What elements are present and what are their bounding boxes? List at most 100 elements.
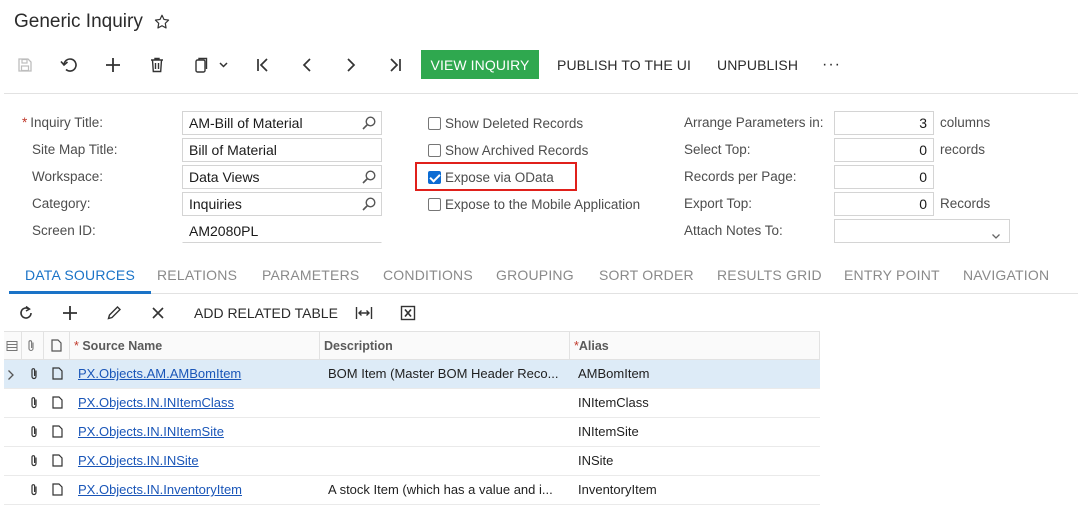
edit-pencil-icon[interactable] <box>102 302 126 324</box>
tab-navigation[interactable]: NAVIGATION <box>963 260 1049 294</box>
add-icon[interactable] <box>100 53 126 77</box>
site-map-title-field[interactable]: Bill of Material <box>182 138 382 162</box>
checkbox-icon[interactable] <box>428 197 441 211</box>
search-icon[interactable] <box>361 115 377 131</box>
source-name-cell[interactable]: PX.Objects.IN.InventoryItem <box>78 476 318 504</box>
checkbox-icon[interactable] <box>428 143 441 157</box>
note-icon[interactable] <box>52 483 66 497</box>
attachment-icon[interactable] <box>29 425 43 439</box>
source-name-link[interactable]: PX.Objects.IN.INSite <box>78 453 199 468</box>
description-header[interactable]: Description <box>320 332 570 360</box>
source-name-cell[interactable]: PX.Objects.IN.INSite <box>78 447 318 475</box>
chevron-down-icon[interactable] <box>991 225 1001 239</box>
alias-cell[interactable]: INSite <box>578 447 816 475</box>
source-name-header[interactable]: * Source Name <box>70 332 320 360</box>
select-top-field[interactable]: 0 <box>834 138 934 162</box>
delete-icon[interactable] <box>144 53 170 77</box>
first-record-icon[interactable] <box>250 53 276 77</box>
publish-to-ui-button[interactable]: PUBLISH TO THE UI <box>557 50 691 79</box>
records-unit: records <box>940 142 986 157</box>
show-archived-records-checkbox[interactable]: Show Archived Records <box>428 139 588 161</box>
tab-relations[interactable]: RELATIONS <box>157 260 237 294</box>
search-icon[interactable] <box>361 196 377 212</box>
source-name-link[interactable]: PX.Objects.AM.AMBomItem <box>78 366 241 381</box>
tab-data-sources[interactable]: DATA SOURCES <box>9 260 152 294</box>
last-record-icon[interactable] <box>382 53 408 77</box>
copy-paste-icon[interactable] <box>188 53 234 77</box>
arrange-parameters-field[interactable]: 3 <box>834 111 934 135</box>
table-row[interactable]: PX.Objects.AM.AMBomItem BOM Item (Master … <box>4 360 820 389</box>
inquiry-title-value: AM-Bill of Material <box>189 115 303 131</box>
description-cell[interactable] <box>328 447 566 475</box>
source-name-header-text: Source Name <box>82 339 163 353</box>
checkbox-icon[interactable] <box>428 116 441 130</box>
tab-conditions[interactable]: CONDITIONS <box>383 260 473 294</box>
grid-toolbar: ADD RELATED TABLE <box>0 298 1078 328</box>
tab-grouping[interactable]: GROUPING <box>496 260 574 294</box>
next-record-icon[interactable] <box>338 53 364 77</box>
more-options-button[interactable]: ··· <box>822 50 841 79</box>
previous-record-icon[interactable] <box>294 53 320 77</box>
table-row[interactable]: PX.Objects.IN.INItemSite INItemSite <box>4 418 820 447</box>
workspace-field[interactable]: Data Views <box>182 165 382 189</box>
note-header-icon[interactable] <box>44 332 70 360</box>
alias-cell[interactable]: INItemClass <box>578 389 816 417</box>
show-deleted-records-checkbox[interactable]: Show Deleted Records <box>428 112 583 134</box>
source-name-cell[interactable]: PX.Objects.IN.INItemClass <box>78 389 318 417</box>
description-cell[interactable]: A stock Item (which has a value and i... <box>328 476 566 504</box>
tab-sort-order[interactable]: SORT ORDER <box>599 260 694 294</box>
attachment-header-icon[interactable] <box>22 332 44 360</box>
source-name-link[interactable]: PX.Objects.IN.INItemClass <box>78 395 234 410</box>
note-icon[interactable] <box>52 454 66 468</box>
tab-parameters[interactable]: PARAMETERS <box>262 260 359 294</box>
attachment-icon[interactable] <box>29 454 43 468</box>
favorite-star-icon[interactable] <box>153 13 171 31</box>
note-icon[interactable] <box>52 425 66 439</box>
refresh-icon[interactable] <box>14 302 38 324</box>
export-top-field[interactable]: 0 <box>834 192 934 216</box>
site-map-title-label: Site Map Title: <box>32 142 118 157</box>
attachment-icon[interactable] <box>29 367 43 381</box>
row-selector-header-icon[interactable] <box>4 332 22 360</box>
delete-row-icon[interactable] <box>146 302 170 324</box>
table-row[interactable]: PX.Objects.IN.InventoryItem A stock Item … <box>4 476 820 505</box>
search-icon[interactable] <box>361 169 377 185</box>
description-cell[interactable] <box>328 389 566 417</box>
screen-id-field: AM2080PL <box>182 219 382 243</box>
tab-results-grid[interactable]: RESULTS GRID <box>717 260 822 294</box>
alias-cell[interactable]: AMBomItem <box>578 360 816 388</box>
view-inquiry-button[interactable]: VIEW INQUIRY <box>421 50 539 79</box>
fit-columns-icon[interactable] <box>352 302 376 324</box>
category-label: Category: <box>32 196 91 211</box>
select-top-label: Select Top: <box>684 142 751 157</box>
source-name-link[interactable]: PX.Objects.IN.InventoryItem <box>78 482 242 497</box>
add-related-table-button[interactable]: ADD RELATED TABLE <box>194 302 338 324</box>
table-row[interactable]: PX.Objects.IN.INItemClass INItemClass <box>4 389 820 418</box>
expose-mobile-checkbox[interactable]: Expose to the Mobile Application <box>428 193 640 215</box>
records-per-page-field[interactable]: 0 <box>834 165 934 189</box>
category-field[interactable]: Inquiries <box>182 192 382 216</box>
unpublish-button[interactable]: UNPUBLISH <box>717 50 798 79</box>
export-excel-icon[interactable] <box>396 302 420 324</box>
row-pointer-chevron-icon <box>7 368 21 382</box>
source-name-cell[interactable]: PX.Objects.AM.AMBomItem <box>78 360 318 388</box>
attachment-icon[interactable] <box>29 396 43 410</box>
alias-cell[interactable]: InventoryItem <box>578 476 816 504</box>
source-name-link[interactable]: PX.Objects.IN.INItemSite <box>78 424 224 439</box>
table-row[interactable]: PX.Objects.IN.INSite INSite <box>4 447 820 476</box>
add-row-icon[interactable] <box>58 302 82 324</box>
detail-tabs: DATA SOURCES RELATIONS PARAMETERS CONDIT… <box>9 260 1078 294</box>
alias-cell[interactable]: INItemSite <box>578 418 816 446</box>
note-icon[interactable] <box>52 396 66 410</box>
description-cell[interactable]: BOM Item (Master BOM Header Reco... <box>328 360 566 388</box>
alias-header[interactable]: *Alias <box>570 332 820 360</box>
save-icon[interactable] <box>12 53 38 77</box>
inquiry-title-field[interactable]: AM-Bill of Material <box>182 111 382 135</box>
source-name-cell[interactable]: PX.Objects.IN.INItemSite <box>78 418 318 446</box>
note-icon[interactable] <box>52 367 66 381</box>
attachment-icon[interactable] <box>29 483 43 497</box>
undo-icon[interactable] <box>56 53 82 77</box>
attach-notes-select[interactable] <box>834 219 1010 243</box>
tab-entry-point[interactable]: ENTRY POINT <box>844 260 940 294</box>
description-cell[interactable] <box>328 418 566 446</box>
